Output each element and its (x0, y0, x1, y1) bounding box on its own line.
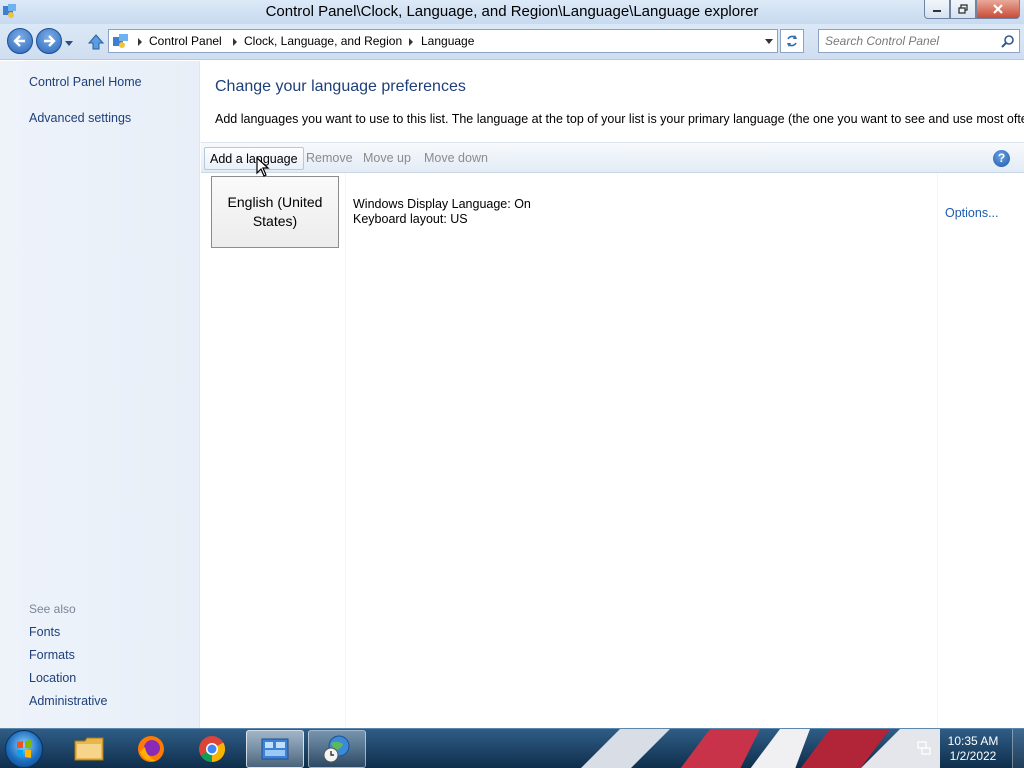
taskbar-file-explorer[interactable] (60, 730, 118, 768)
column-divider (345, 173, 346, 728)
search-box[interactable] (818, 29, 1020, 53)
display-language-status: Windows Display Language: On (353, 197, 531, 211)
folder-icon (74, 737, 104, 761)
back-button[interactable] (7, 28, 33, 54)
keyboard-layout-status: Keyboard layout: US (353, 212, 468, 226)
breadcrumb-clock-language-region[interactable]: Clock, Language, and Region (244, 34, 402, 48)
sidebar-link-fonts[interactable]: Fonts (29, 625, 60, 639)
address-bar[interactable]: Control Panel Clock, Language, and Regio… (108, 29, 778, 53)
system-clock[interactable]: 10:35 AM 1/2/2022 (938, 734, 1008, 764)
sidebar-link-control-panel-home[interactable]: Control Panel Home (29, 75, 142, 89)
restore-icon (958, 4, 968, 14)
move-up-button[interactable]: Move up (358, 149, 416, 169)
firefox-icon (138, 736, 164, 762)
refresh-button[interactable] (780, 29, 804, 53)
sidebar-link-formats[interactable]: Formats (29, 648, 75, 662)
breadcrumb-control-panel[interactable]: Control Panel (149, 34, 222, 48)
close-button[interactable] (976, 0, 1020, 19)
taskbar-language-clock-app[interactable] (308, 730, 366, 768)
page-description: Add languages you want to use to this li… (215, 112, 1024, 126)
start-button[interactable] (5, 730, 43, 768)
arrow-right-icon (44, 35, 56, 47)
breadcrumb-arrow-icon[interactable] (138, 38, 142, 46)
breadcrumb-arrow-icon[interactable] (409, 38, 413, 46)
navigation-bar: Control Panel Clock, Language, and Regio… (0, 24, 1024, 60)
page-title: Change your language preferences (215, 78, 466, 95)
language-details: Windows Display Language: On Keyboard la… (353, 197, 531, 227)
sidebar-link-advanced-settings[interactable]: Advanced settings (29, 111, 131, 125)
recent-pages-dropdown-icon[interactable] (64, 38, 74, 48)
search-input[interactable] (825, 33, 995, 49)
language-options-link[interactable]: Options... (945, 206, 999, 220)
taskbar-firefox[interactable] (122, 730, 180, 768)
address-dropdown-icon[interactable] (765, 39, 773, 44)
breadcrumb-language[interactable]: Language (421, 34, 474, 48)
window-controls (924, 0, 1020, 19)
language-toolbar: Add a language Remove Move up Move down … (201, 142, 1024, 173)
network-icon[interactable] (916, 740, 932, 756)
control-panel-icon (261, 738, 289, 760)
window-title: Control Panel\Clock, Language, and Regio… (265, 3, 759, 20)
forward-button[interactable] (36, 28, 62, 54)
taskbar: 10:35 AM 1/2/2022 (0, 728, 1024, 768)
taskbar-control-panel[interactable] (246, 730, 304, 768)
clock-date: 1/2/2022 (949, 749, 997, 763)
minimize-icon (933, 10, 941, 12)
add-language-button[interactable]: Add a language (204, 147, 304, 170)
mouse-pointer-icon (256, 157, 270, 177)
title-bar: Control Panel\Clock, Language, and Regio… (0, 0, 1024, 24)
globe-clock-icon (323, 735, 350, 763)
minimize-button[interactable] (924, 0, 950, 19)
close-icon (993, 4, 1003, 14)
desktop-wallpaper-fragment (581, 729, 940, 768)
windows-logo-icon (17, 740, 31, 758)
search-icon[interactable] (1001, 34, 1015, 48)
sidebar-link-administrative[interactable]: Administrative (29, 694, 108, 708)
move-down-button[interactable]: Move down (419, 149, 493, 169)
remove-button[interactable]: Remove (301, 149, 358, 169)
sidebar: Control Panel Home Advanced settings See… (0, 61, 200, 728)
control-panel-icon (113, 34, 128, 48)
taskbar-chrome[interactable] (183, 730, 241, 768)
clock-time: 10:35 AM (947, 734, 999, 748)
arrow-left-icon (13, 35, 25, 47)
sidebar-link-location[interactable]: Location (29, 671, 76, 685)
column-divider (937, 173, 938, 728)
breadcrumb-arrow-icon[interactable] (233, 38, 237, 46)
language-list: English (United States) Windows Display … (201, 173, 1024, 728)
refresh-icon (787, 35, 797, 47)
chrome-icon (199, 736, 226, 763)
show-desktop-button[interactable] (1012, 729, 1024, 768)
up-level-icon[interactable] (86, 32, 106, 52)
see-also-heading: See also (29, 602, 76, 616)
main-content: Change your language preferences Add lan… (201, 61, 1024, 728)
language-tile-english-us[interactable]: English (United States) (211, 176, 339, 248)
restore-button[interactable] (950, 0, 976, 19)
help-icon[interactable]: ? (993, 150, 1010, 167)
